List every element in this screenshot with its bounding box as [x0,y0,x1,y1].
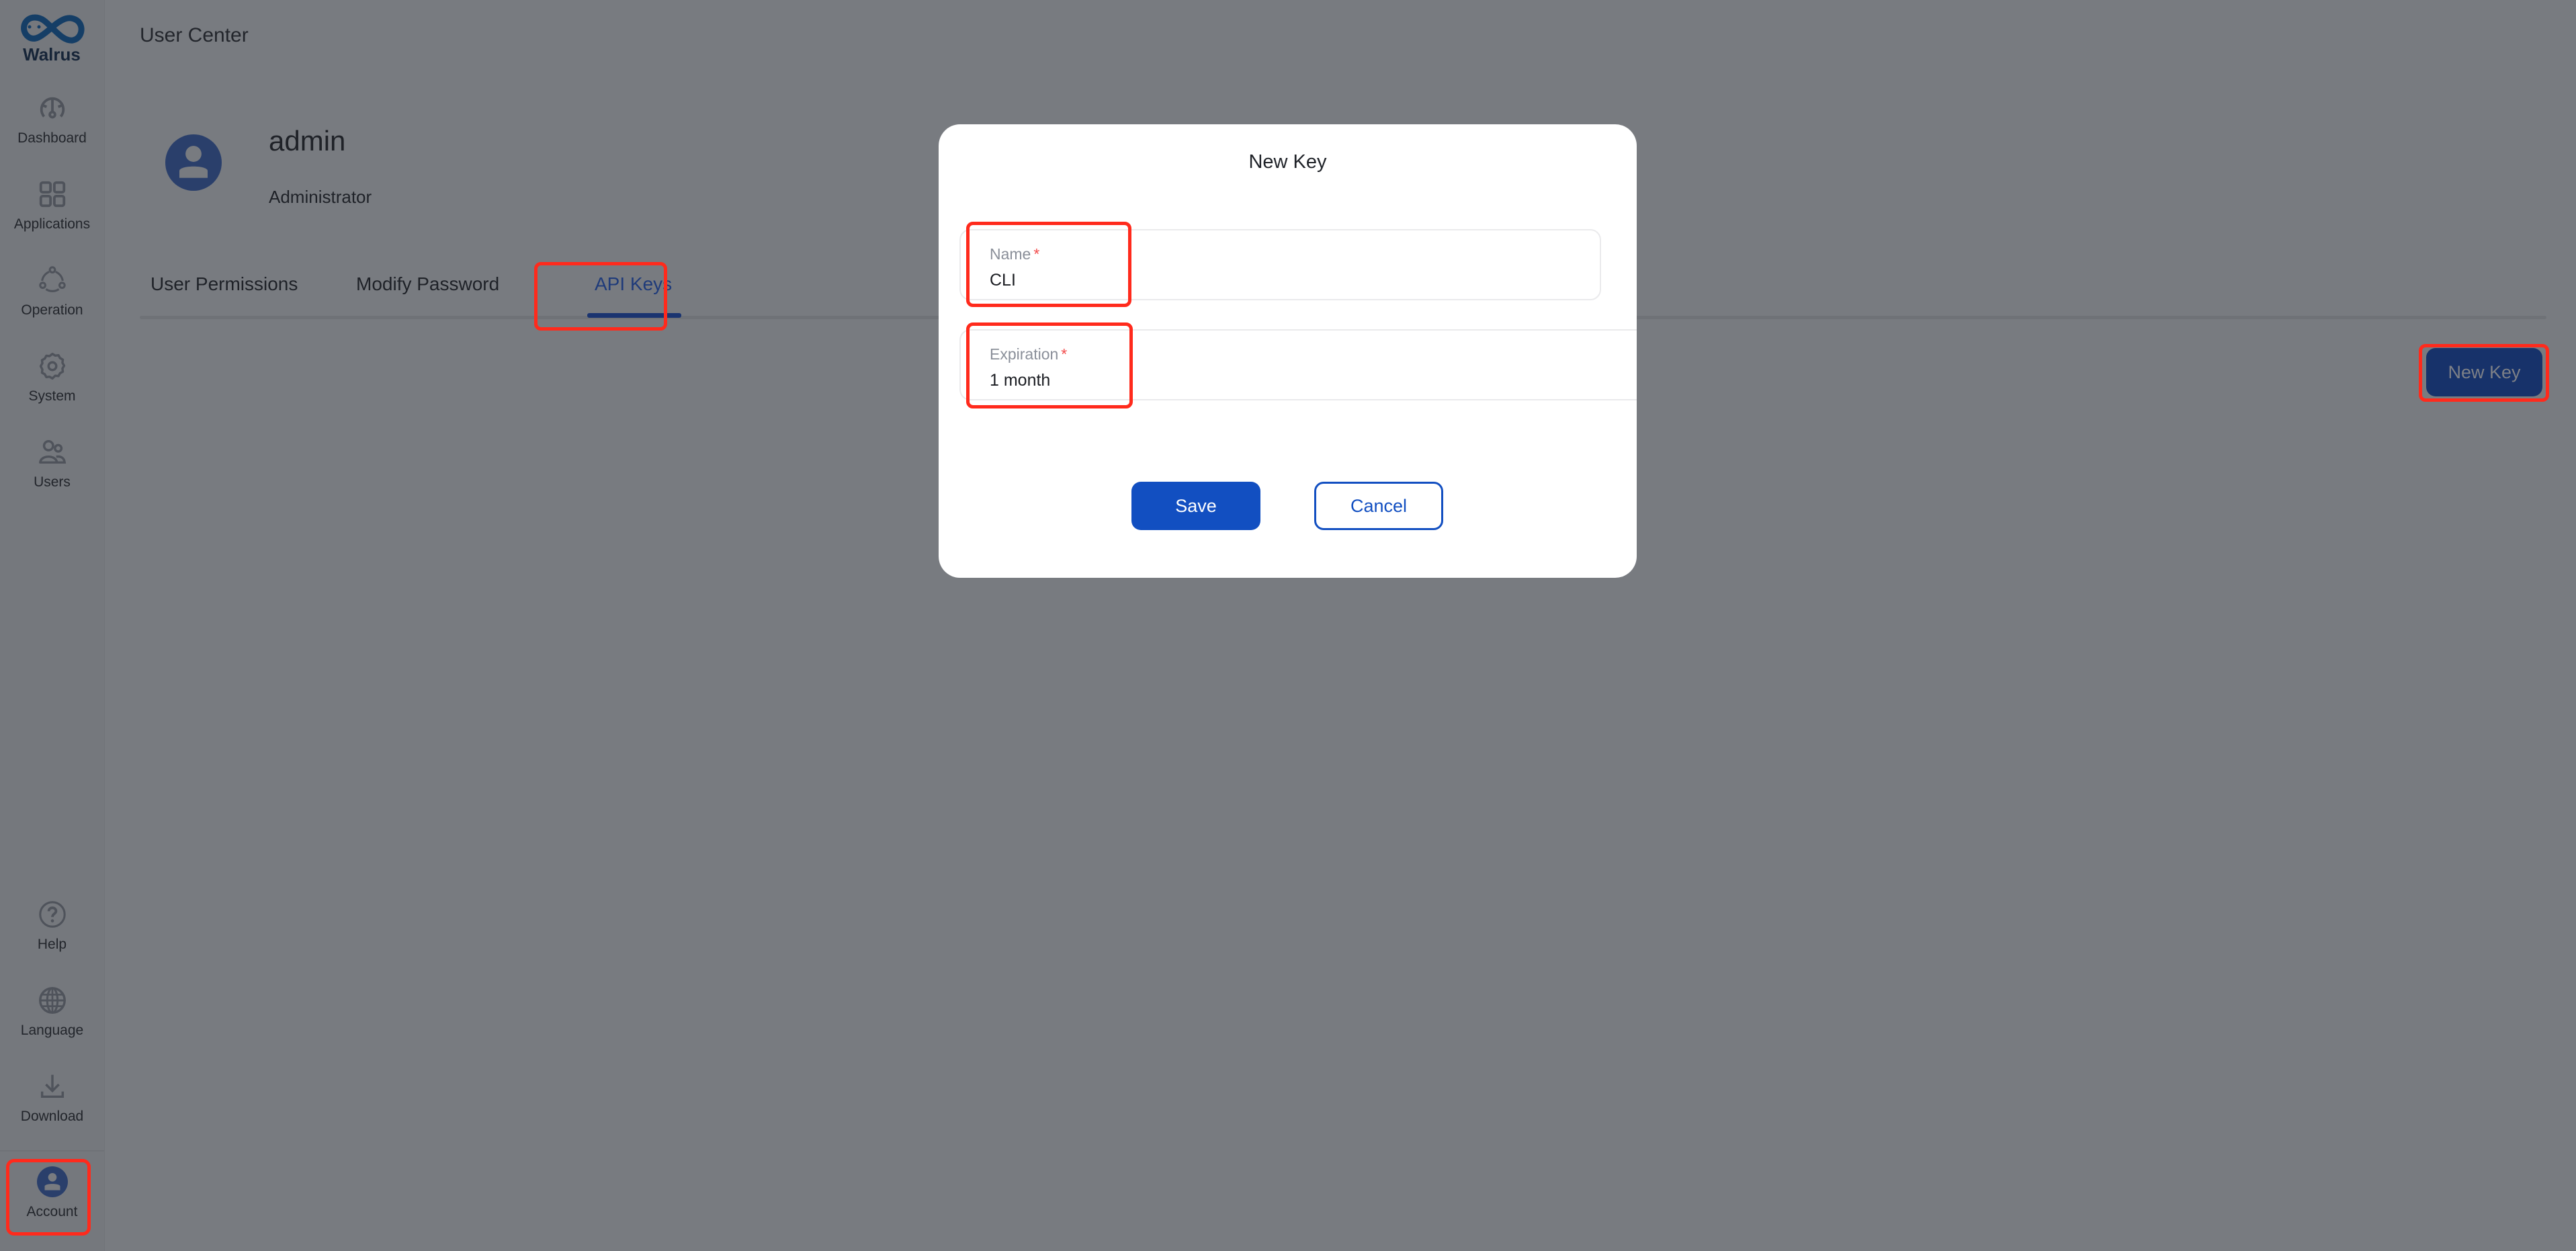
tab-api-keys[interactable]: API Keys [595,273,672,295]
expiration-label-text: Expiration [990,345,1059,363]
tab-user-permissions[interactable]: User Permissions [151,273,298,295]
expiration-field-label: Expiration * [990,345,1067,363]
download-icon [40,1074,64,1098]
sidebar: Walrus Dashboard Applications Operation … [0,0,105,1251]
sidebar-item-label: Language [20,1023,84,1038]
sidebar-item-applications[interactable]: Applications [0,179,104,253]
sidebar-item-users[interactable]: Users [0,437,104,511]
walrus-logo[interactable]: Walrus [15,11,89,64]
active-tab-indicator [587,313,681,318]
sidebar-item-download[interactable]: Download [0,1071,104,1145]
sidebar-item-operation[interactable]: Operation [0,265,104,339]
name-field-label: Name * [990,245,1039,263]
required-asterisk: * [1061,345,1068,363]
sidebar-divider [0,1150,104,1152]
users-icon [38,439,66,464]
expiration-field[interactable]: Expiration * 1 month [959,329,1637,400]
sidebar-item-label: Users [34,474,71,490]
sidebar-item-label: System [28,388,76,404]
gear-icon [39,353,65,380]
apps-grid-icon [39,181,65,208]
profile-role: Administrator [269,187,372,207]
sidebar-item-help[interactable]: Help [0,899,104,973]
page-title: User Center [140,24,249,46]
required-asterisk: * [1033,245,1040,263]
sidebar-item-label: Operation [21,302,83,318]
sidebar-item-label: Help [37,937,67,952]
new-key-button[interactable]: New Key [2426,348,2542,396]
profile-username: admin [269,125,346,157]
dialog-title: New Key [1248,151,1327,173]
save-button[interactable]: Save [1131,482,1260,530]
globe-icon [38,987,66,1014]
help-circle-icon [38,901,66,928]
expiration-select[interactable]: 1 month [990,371,1050,390]
account-highlight-box [6,1159,91,1236]
new-key-dialog: New Key Name * CLI Expiration * 1 month Sa… [939,124,1637,578]
walrus-logo-icon: Walrus [21,14,85,64]
cancel-button[interactable]: Cancel [1314,482,1443,530]
sidebar-item-label: Applications [13,216,91,232]
operation-cycle-icon [38,266,66,292]
name-input[interactable]: CLI [990,271,1016,290]
dashboard-gauge-icon [40,97,65,119]
sidebar-item-dashboard[interactable]: Dashboard [0,93,104,167]
sidebar-item-system[interactable]: System [0,351,104,425]
sidebar-item-language[interactable]: Language [0,985,104,1059]
sidebar-item-label: Download [20,1109,84,1124]
tab-modify-password[interactable]: Modify Password [356,273,499,295]
user-avatar-icon [165,134,222,191]
sidebar-item-label: Dashboard [17,130,87,146]
name-field[interactable]: Name * CLI [959,229,1601,300]
brand-name: Walrus [23,44,81,64]
name-label-text: Name [990,245,1031,263]
